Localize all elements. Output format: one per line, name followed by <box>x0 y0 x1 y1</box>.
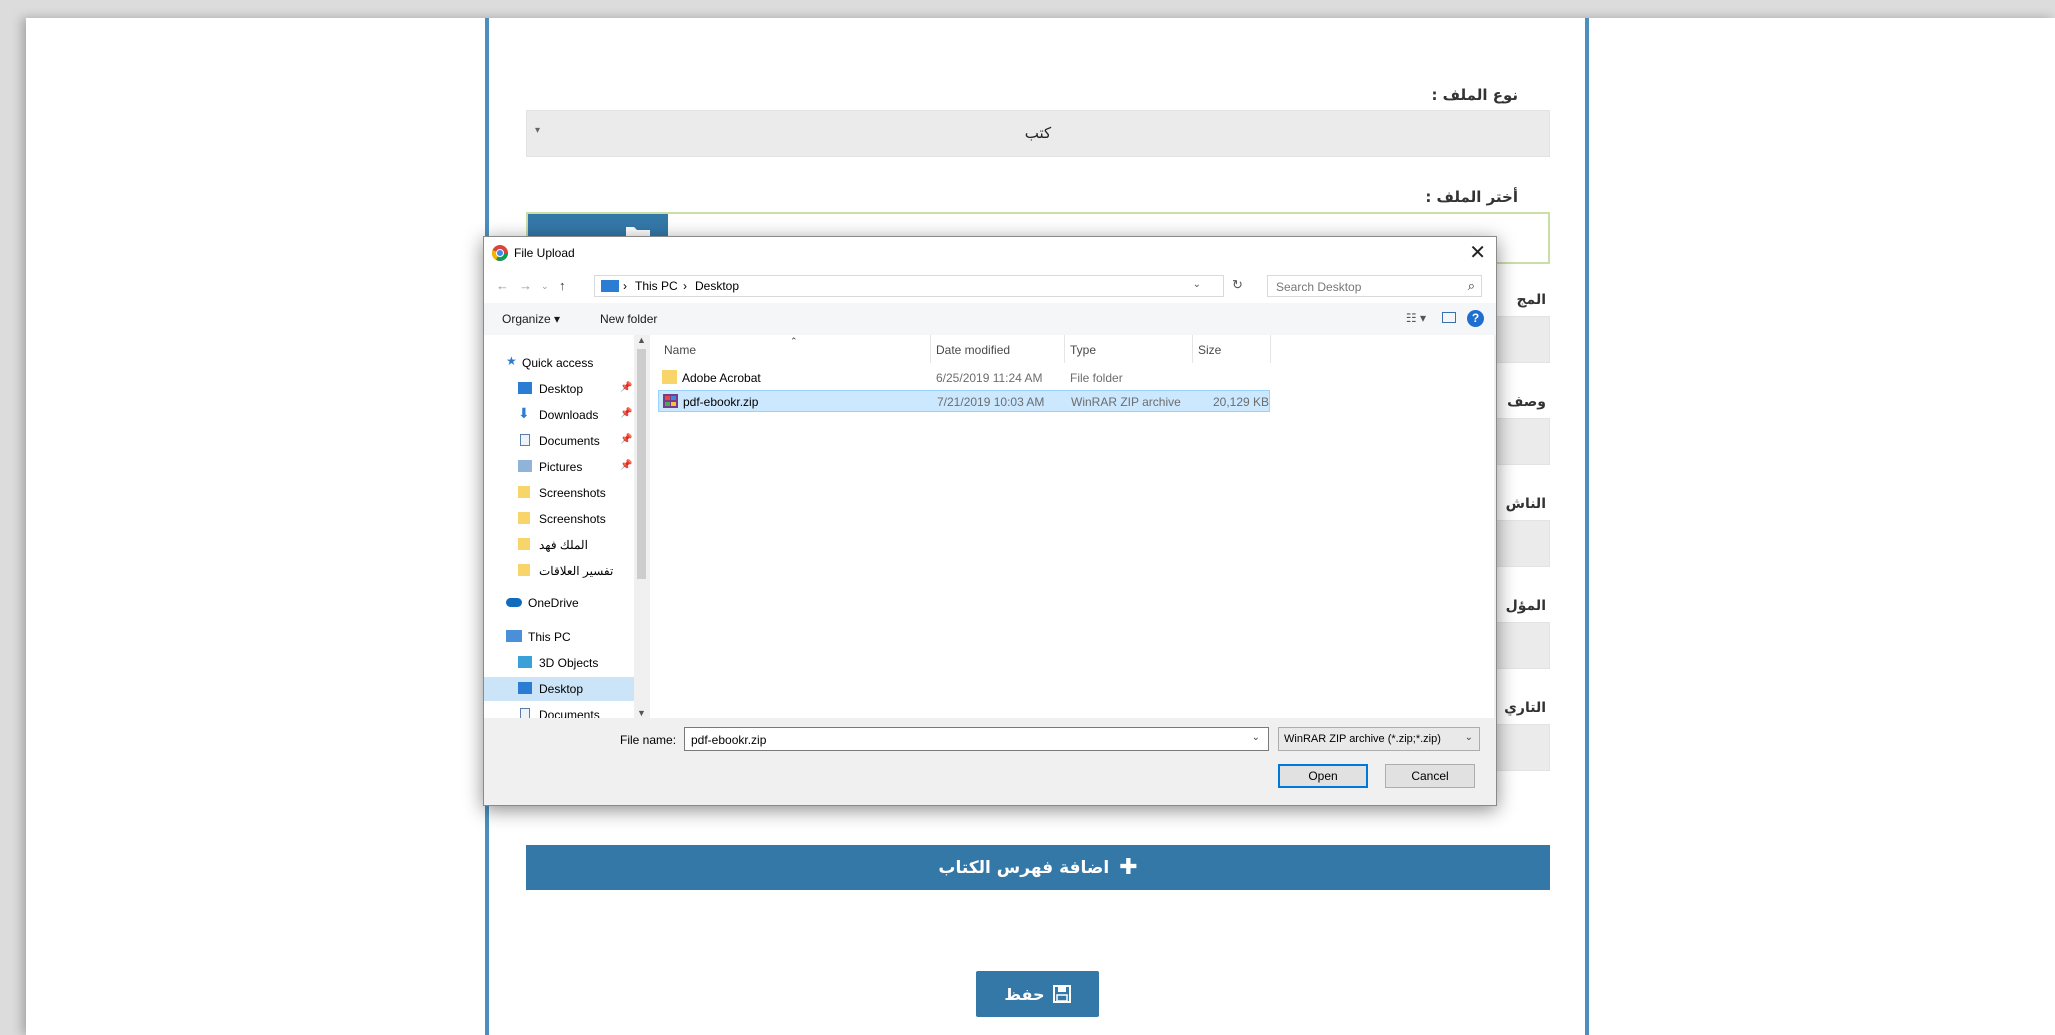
file-name-label: File name: <box>620 733 677 747</box>
new-folder-button[interactable]: New folder <box>600 312 657 326</box>
winrar-icon <box>663 394 678 408</box>
help-icon[interactable]: ? <box>1467 310 1484 327</box>
desktop-icon <box>518 682 532 694</box>
save-label: حفظ <box>1004 984 1045 1004</box>
dialog-title: File Upload <box>514 246 575 260</box>
nav-item-documents[interactable]: Documents 📌 <box>484 429 634 453</box>
file-list: Name ⌃ Date modified Type Size Adobe Acr… <box>650 335 1494 718</box>
dialog-toolbar: Organize ▾ New folder ☷ ▾ ? <box>484 303 1496 335</box>
open-button[interactable]: Open <box>1278 764 1368 788</box>
field-label-4: المؤل <box>1505 598 1546 614</box>
add-index-label: اضافة فهرس الكتاب <box>938 857 1110 878</box>
column-header-type[interactable]: Type <box>1070 343 1096 357</box>
view-options-icon[interactable]: ☷ ▾ <box>1406 311 1426 325</box>
address-dropdown-icon[interactable]: ⌄ <box>1193 279 1201 290</box>
file-name-input[interactable]: pdf-ebookr.zip ⌄ <box>684 727 1269 751</box>
pin-icon: 📌 <box>620 434 633 445</box>
field-label-1: المج <box>1516 292 1546 308</box>
navigation-pane: ★ Quick access Desktop 📌 ⬇ Downloads 📌 D… <box>484 335 649 718</box>
cube-icon <box>518 656 532 668</box>
pin-icon: 📌 <box>620 408 633 419</box>
up-arrow-icon[interactable]: ↑ <box>559 278 566 293</box>
dialog-titlebar: File Upload ✕ <box>484 237 1496 269</box>
scroll-up-icon[interactable]: ▲ <box>637 335 646 345</box>
nav-item-desktop-selected[interactable]: Desktop <box>484 677 634 701</box>
file-type-label: نوع الملف : <box>1431 86 1518 104</box>
column-header-name[interactable]: Name <box>664 343 696 357</box>
folder-icon <box>518 486 530 498</box>
forward-arrow-icon[interactable]: → <box>519 278 532 293</box>
back-arrow-icon[interactable]: ← <box>496 278 509 293</box>
file-name-dropdown-icon[interactable]: ⌄ <box>1252 732 1260 743</box>
nav-item-documents-2[interactable]: Documents <box>484 703 634 718</box>
document-icon <box>520 708 530 718</box>
choose-file-label: أختر الملف : <box>1425 188 1518 206</box>
save-button[interactable]: حفظ <box>976 971 1099 1017</box>
desktop-icon <box>518 382 532 394</box>
breadcrumb-this-pc[interactable]: This PC <box>635 279 678 293</box>
sort-indicator-icon: ⌃ <box>790 336 798 346</box>
address-bar[interactable]: › This PC › Desktop ⌄ <box>594 275 1224 297</box>
scroll-down-icon[interactable]: ▼ <box>637 708 646 718</box>
column-header-date[interactable]: Date modified <box>936 343 1010 357</box>
floppy-disk-icon <box>1052 985 1071 1003</box>
organize-button[interactable]: Organize ▾ <box>502 312 560 326</box>
add-index-button[interactable]: ✚ اضافة فهرس الكتاب <box>526 845 1550 890</box>
nav-item-screenshots-1[interactable]: Screenshots <box>484 481 634 505</box>
nav-item-desktop[interactable]: Desktop 📌 <box>484 377 634 401</box>
cancel-button[interactable]: Cancel <box>1385 764 1475 788</box>
plus-icon: ✚ <box>1119 855 1138 880</box>
computer-icon <box>506 630 522 642</box>
nav-item-pictures[interactable]: Pictures 📌 <box>484 455 634 479</box>
nav-item-relations[interactable]: تفسير العلاقات <box>484 559 634 583</box>
field-label-5: التاري <box>1504 700 1546 716</box>
scroll-thumb[interactable] <box>637 349 646 579</box>
nav-scrollbar[interactable]: ▲ ▼ <box>634 335 649 718</box>
document-icon <box>520 434 530 446</box>
file-row-pdf-ebookr[interactable]: pdf-ebookr.zip 7/21/2019 10:03 AM WinRAR… <box>658 390 1270 412</box>
folder-icon <box>662 370 677 384</box>
file-row-adobe-acrobat[interactable]: Adobe Acrobat 6/25/2019 11:24 AM File fo… <box>658 367 1270 389</box>
dialog-footer: File name: pdf-ebookr.zip ⌄ WinRAR ZIP a… <box>484 718 1496 804</box>
file-type-value: كتب <box>1024 124 1052 142</box>
nav-item-screenshots-2[interactable]: Screenshots <box>484 507 634 531</box>
folder-icon <box>518 538 530 550</box>
nav-item-onedrive[interactable]: OneDrive <box>484 591 634 615</box>
cloud-icon <box>506 598 522 607</box>
chrome-icon <box>492 245 508 261</box>
pin-icon: 📌 <box>620 460 633 471</box>
folder-icon <box>518 564 530 576</box>
nav-item-king-fahd[interactable]: الملك فهد <box>484 533 634 557</box>
pictures-icon <box>518 460 532 472</box>
this-pc-icon <box>601 280 619 292</box>
nav-item-3d-objects[interactable]: 3D Objects <box>484 651 634 675</box>
nav-item-this-pc[interactable]: This PC <box>484 625 634 649</box>
pin-icon: 📌 <box>620 382 633 393</box>
field-label-3: الناش <box>1505 496 1546 512</box>
field-label-2: وصف <box>1507 394 1546 410</box>
search-icon: ⌕ <box>1467 278 1475 293</box>
preview-pane-icon[interactable] <box>1442 312 1456 323</box>
refresh-icon[interactable]: ↻ <box>1232 277 1243 293</box>
file-upload-dialog: File Upload ✕ ← → ⌄ ↑ › This PC › Deskto… <box>483 236 1497 806</box>
search-placeholder: Search Desktop <box>1276 280 1362 294</box>
search-input[interactable]: Search Desktop ⌕ <box>1267 275 1482 297</box>
recent-dropdown-icon[interactable]: ⌄ <box>541 281 549 292</box>
folder-icon <box>518 512 530 524</box>
column-header-size[interactable]: Size <box>1198 343 1221 357</box>
dialog-navbar: ← → ⌄ ↑ › This PC › Desktop ⌄ ↻ Search D… <box>484 269 1496 303</box>
file-type-select[interactable]: ▾ كتب <box>526 110 1550 157</box>
breadcrumb-desktop[interactable]: Desktop <box>695 279 739 293</box>
close-icon[interactable]: ✕ <box>1469 240 1486 265</box>
star-icon: ★ <box>506 354 517 368</box>
filter-dropdown-icon: ⌄ <box>1464 732 1473 743</box>
download-icon: ⬇ <box>518 405 530 421</box>
file-type-filter-select[interactable]: WinRAR ZIP archive (*.zip;*.zip) ⌄ <box>1278 727 1480 751</box>
nav-item-downloads[interactable]: ⬇ Downloads 📌 <box>484 403 634 427</box>
nav-item-quick-access[interactable]: ★ Quick access <box>484 351 634 375</box>
